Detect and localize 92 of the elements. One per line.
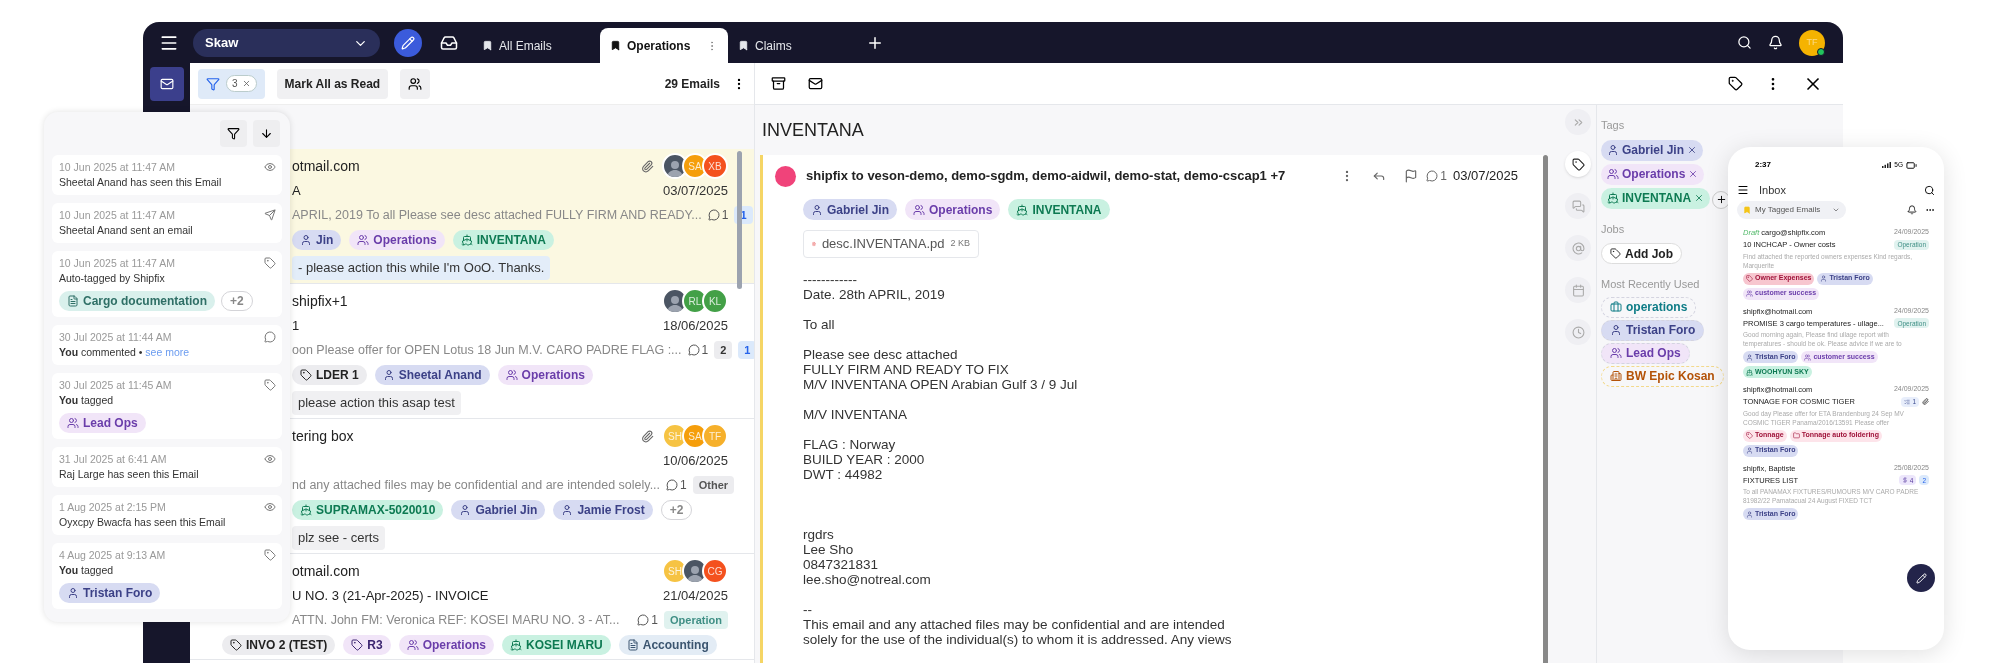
email-subject: 1	[292, 317, 300, 336]
tag-chip[interactable]: Gabriel Jin	[1601, 139, 1704, 161]
email-date: 18/06/2025	[662, 317, 728, 336]
comment-count: 1	[701, 342, 709, 359]
filter-button[interactable]: 3	[198, 68, 265, 99]
attachment-size: 2 KB	[950, 237, 970, 251]
email-preview: oon Please offer for OPEN Lotus 18 Jun M.V. CARO PADRE FLAG :...	[292, 341, 682, 359]
attachment[interactable]: desc.INVENTANA.pd 2 KB	[803, 230, 979, 258]
activity-time: 10 Jun 2025 at 11:47 AM	[59, 257, 176, 270]
avatar: CG	[702, 558, 728, 584]
email-preview: APRIL, 2019 To all Please see desc attached FULLY FIRM AND READY...	[292, 206, 702, 224]
count-badge: Other	[692, 476, 735, 494]
email-subject: U NO. 3 (21-Apr-2025) - INVOICE	[292, 587, 489, 606]
email-sender: tering box	[292, 426, 354, 446]
tag-chip[interactable]: INVENTANA	[1008, 199, 1110, 220]
section-heading: Most Recently Used	[1601, 277, 1700, 292]
activity-time: 4 Aug 2025 at 9:13 AM	[59, 549, 167, 562]
activity-text: You tagged	[59, 564, 115, 577]
tag-chip[interactable]: Operations	[349, 230, 445, 250]
tag-chip[interactable]: Operations	[905, 199, 1001, 220]
email-sender: otmail.com	[292, 156, 360, 176]
folder-dropdown[interactable]: My Tagged Emails	[1737, 201, 1847, 219]
email-preview: nd any attached files may be confidential and are intended solely...	[292, 476, 661, 494]
avatar: KL	[702, 288, 728, 314]
attachment-name: desc.INVENTANA.pd	[821, 235, 945, 254]
activity-text: Auto-tagged by Shipfix	[59, 272, 166, 285]
note: - please action this while I'm OoO. Thanks.	[292, 256, 551, 280]
comment-count: 1	[1440, 168, 1447, 185]
tag-chip[interactable]: Operations	[497, 365, 593, 385]
tag-chip[interactable]: Operations	[1601, 163, 1705, 185]
activity-time: 30 Jul 2025 at 11:44 AM	[59, 331, 173, 344]
tag-chip[interactable]: Tristan Foro	[59, 583, 161, 603]
status-time: 2:37	[1755, 159, 1771, 171]
tag-chip[interactable]: Operations	[398, 635, 495, 655]
tag-chip[interactable]: R3	[343, 635, 391, 655]
tag-chip[interactable]: Tristan Foro	[1601, 319, 1705, 341]
email-count: 29 Emails	[664, 75, 720, 93]
avatar: XB	[702, 153, 728, 179]
tag-chip[interactable]: Cargo documentation	[59, 291, 215, 311]
filter-count-chip[interactable]: 3	[226, 75, 257, 92]
count-badge: 2	[714, 341, 733, 359]
count-badge: 1	[738, 341, 754, 359]
message-recipients: shipfix to veson-demo, demo-sgdm, demo-aidwil, demo-stat, demo-cscap1 +7	[806, 167, 1286, 186]
tag-chip[interactable]: Gabriel Jin	[803, 199, 898, 220]
tab[interactable]: All Emails	[472, 28, 600, 63]
activity-text: You tagged	[59, 394, 115, 407]
tag-chip[interactable]: +2	[221, 291, 253, 311]
count-badge: Operation	[664, 611, 728, 629]
tag-chip[interactable]: KOSEI MARU	[502, 635, 611, 655]
tag-chip[interactable]: INVENTANA	[452, 230, 554, 250]
tag-chip[interactable]: SUPRAMAX-5020010	[292, 500, 444, 520]
email-date: 10/06/2025	[662, 452, 728, 471]
activity-time: 30 Jul 2025 at 11:45 AM	[59, 379, 173, 392]
avatar: TF	[702, 423, 728, 449]
comment-count: 1	[721, 207, 729, 224]
tab[interactable]: Claims	[728, 28, 856, 63]
activity-time: 10 Jun 2025 at 11:47 AM	[59, 161, 176, 174]
email-date: 21/04/2025	[662, 587, 728, 606]
mark-all-read-button[interactable]: Mark All as Read	[276, 68, 389, 99]
message-body: ------------ Date. 28th APRIL, 2019 To all Please see desc attached FULLY FIRM AND READY TO FIX M/V INVENTANA OPEN Arabian Gulf 3 / 9 Jul M/V INVENTANA FLAG : Norway BUILD YEAR : 2000 DWT : 44982 rgdrs Lee Sho 0847321831 lee.sho@notreal.com -- This email and any attached files may be confidential and are intended solely for the use of the individual(s) to whom it is addressed. Any views	[803, 272, 1233, 647]
tag-chip[interactable]: +2	[660, 500, 693, 520]
email-subject: INVENTANA	[762, 118, 864, 142]
activity-text: You commented • see more	[59, 346, 191, 359]
tag-chip[interactable]: Sheetal Anand	[374, 365, 490, 385]
activity-time: 1 Aug 2025 at 2:15 PM	[59, 501, 167, 514]
tab[interactable]: Operations	[600, 28, 728, 63]
tag-chip[interactable]: Lead Ops	[59, 413, 146, 433]
note: please action this asap test	[292, 391, 461, 415]
screen-title: Inbox	[1759, 182, 1786, 198]
activity-time: 31 Jul 2025 at 6:41 AM	[59, 453, 168, 466]
email-preview: ATTN. John FM: Veronica REF: KOSEI MARU NO. 3 - AT...	[292, 611, 620, 629]
tag-chip[interactable]: Jin	[292, 230, 342, 250]
comment-count: 1	[651, 612, 659, 629]
section-heading: Tags	[1601, 118, 1625, 133]
tag-chip[interactable]: INVO 2 (TEST)	[222, 635, 336, 655]
section-heading: Jobs	[1601, 221, 1625, 237]
tag-chip[interactable]: Gabriel Jin	[451, 500, 546, 520]
email-date: 03/07/2025	[662, 182, 728, 201]
comment-count: 1	[680, 477, 687, 494]
email-sender: otmail.com	[292, 561, 360, 581]
activity-time: 10 Jun 2025 at 11:47 AM	[59, 209, 176, 222]
tag-chip[interactable]: INVENTANA	[1601, 187, 1711, 209]
email-subject: A	[292, 182, 301, 201]
tag-chip[interactable]: Accounting	[618, 635, 717, 655]
email-sender: shipfix+1	[292, 291, 348, 311]
tag-chip[interactable]: Jamie Frost	[553, 500, 653, 520]
workspace-dropdown[interactable]: Skaw	[193, 29, 380, 57]
tag-chip[interactable]: Lead Ops	[1601, 342, 1690, 364]
note: plz see - certs	[292, 526, 385, 550]
tag-chip[interactable]: LDER 1	[292, 365, 367, 385]
message-date: 03/07/2025	[1452, 167, 1518, 186]
add-job-button[interactable]: Add Job	[1601, 243, 1682, 264]
